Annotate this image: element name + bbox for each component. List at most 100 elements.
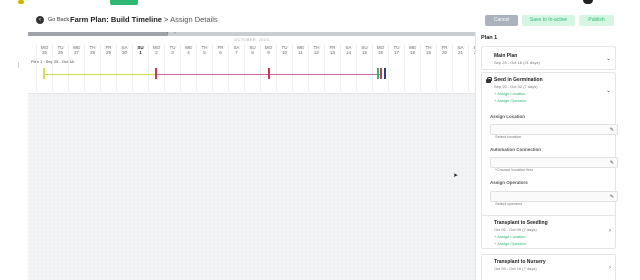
assign-operators-heading: Assign Operators — [490, 180, 528, 185]
day-number: 2 — [155, 50, 158, 55]
stage-boundary-marker[interactable] — [380, 68, 382, 79]
location-input[interactable] — [491, 132, 617, 141]
day-number: 25 — [41, 50, 47, 55]
pencil-icon[interactable]: ✎ — [610, 160, 614, 166]
cancel-button[interactable]: Cancel — [485, 15, 518, 26]
card-dates: Oct 09 - Oct 16 (7 days) — [494, 266, 537, 271]
seed-germination-card: Seed in Germination Sep 25 - Oct 02 (7 d… — [481, 72, 618, 238]
day-column: WE 4 — [180, 44, 196, 94]
day-column: SA 14 — [340, 44, 356, 94]
day-column: WE 18 — [404, 44, 420, 94]
assign-location-heading: Assign Location — [490, 114, 526, 119]
save-inactive-button[interactable]: Save to In-active — [522, 15, 575, 26]
stage-boundary-marker[interactable] — [268, 68, 270, 79]
day-column: SU 1 — [132, 44, 148, 94]
day-number: 3 — [171, 50, 174, 55]
day-column: TH 5 — [196, 44, 212, 94]
card-name: Transplant to Seedling — [494, 220, 548, 226]
day-column: FR 13 — [324, 44, 340, 94]
chevron-down-icon[interactable]: ⌄ — [606, 87, 611, 94]
day-column: TU 26 — [52, 44, 68, 94]
top-action-button[interactable] — [110, 0, 138, 5]
day-column: TH 19 — [420, 44, 436, 94]
avatar[interactable] — [583, 0, 593, 4]
back-arrow-icon: ‹ — [36, 16, 44, 24]
page-header: ‹ Go Back Farm Plan: Build Timeline > As… — [0, 8, 640, 32]
page-title-main: Farm Plan: Build Timeline — [70, 15, 162, 24]
day-number: 16 — [377, 50, 383, 55]
pencil-icon[interactable]: ✎ — [610, 127, 614, 133]
day-column: SA 30 — [116, 44, 132, 94]
chevron-right-icon[interactable]: › — [609, 228, 611, 234]
day-number: 6 — [219, 50, 222, 55]
card-name: Main Plan — [494, 53, 518, 59]
day-column: SU22 — [468, 44, 475, 94]
seed-stage-bar[interactable] — [44, 74, 156, 75]
lock-icon — [486, 77, 492, 83]
day-number: 5 — [203, 50, 206, 55]
day-column: SA 21 — [452, 44, 468, 94]
day-column: WE 27 — [68, 44, 84, 94]
day-column: TH 28 — [84, 44, 100, 94]
automation-select[interactable]: ✎ — [490, 157, 618, 174]
day-column: TU 17 — [388, 44, 404, 94]
location-select[interactable]: ✎ — [490, 124, 618, 141]
day-column: SU 15 — [356, 44, 372, 94]
timeline: ‹ › OCTOBER, 2023 Plan 1 : Sep 25 - Oct … — [28, 32, 475, 280]
operator-select[interactable]: ✎ — [490, 191, 618, 208]
transplant-nursery-card[interactable]: Transplant to Nursery Oct 09 - Oct 16 (7… — [481, 254, 616, 280]
day-column: TU 10 — [276, 44, 292, 94]
card-dates: Oct 02 - Oct 09 (7 days) — [494, 227, 537, 232]
day-column: FR 29 — [100, 44, 116, 94]
assign-operator-link[interactable]: + Assign Operator — [494, 241, 526, 246]
page-title: Farm Plan: Build Timeline > Assign Detai… — [70, 15, 218, 24]
transplant-seedling-card[interactable]: Transplant to Seedling Oct 02 - Oct 09 (… — [481, 215, 616, 249]
details-panel: Plan 1 Main Plan Sep 25 - Oct 18 (21 day… — [475, 32, 620, 280]
top-strip — [0, 0, 640, 8]
stage-start-marker[interactable] — [43, 68, 45, 79]
automation-input[interactable] — [491, 165, 617, 174]
day-column: TH 12 — [308, 44, 324, 94]
day-number: 29 — [105, 50, 111, 55]
gutter-marker — [18, 62, 21, 68]
day-number: 7 — [235, 50, 238, 55]
pencil-icon[interactable]: ✎ — [610, 194, 614, 200]
day-column: SU 8 — [244, 44, 260, 94]
operator-input[interactable] — [491, 199, 617, 208]
day-number: 14 — [345, 50, 351, 55]
go-back-label: Go Back — [48, 17, 70, 23]
day-number: 4 — [187, 50, 190, 55]
timeline-day-grid: Plan 1 : Sep 25 - Oct 18 MO 25 TU 26 WE 27 TH 2… — [28, 44, 475, 94]
card-name: Seed in Germination — [494, 77, 543, 83]
assign-operator-link[interactable]: + Assign Operator — [494, 98, 526, 103]
main-plan-card[interactable]: Main Plan Sep 25 - Oct 18 (21 days) ⌄ — [481, 46, 616, 70]
day-number: 12 — [313, 50, 319, 55]
page-title-sub: Assign Details — [170, 15, 218, 24]
panel-scrollbar-area[interactable] — [620, 32, 640, 280]
timeline-canvas[interactable] — [28, 94, 475, 280]
day-number: 27 — [73, 50, 79, 55]
stage-boundary-marker[interactable] — [377, 68, 379, 79]
day-number: 13 — [329, 50, 335, 55]
day-number: 28 — [89, 50, 95, 55]
day-number: 15 — [361, 50, 367, 55]
day-column: TU 3 — [164, 44, 180, 94]
go-back-button[interactable]: ‹ Go Back — [36, 16, 69, 24]
app-logo — [18, 0, 24, 4]
chevron-down-icon[interactable]: ⌄ — [606, 55, 611, 62]
day-number: 30 — [121, 50, 127, 55]
publish-button[interactable]: Publish — [579, 15, 614, 26]
automation-heading: Automation Connection — [490, 147, 541, 152]
chevron-right-icon[interactable]: › — [609, 265, 611, 271]
timeline-month: OCTOBER, 2023 — [28, 36, 475, 44]
mouse-cursor-icon: ➤ — [453, 173, 459, 179]
stage-end-marker[interactable] — [384, 68, 386, 79]
day-number: 18 — [409, 50, 415, 55]
day-number: 20 — [441, 50, 447, 55]
assign-location-link[interactable]: + Assign Location — [494, 234, 525, 239]
assign-location-link[interactable]: + Assign Location — [494, 91, 525, 96]
stage-boundary-marker[interactable] — [155, 68, 157, 79]
title-separator: > — [161, 15, 171, 24]
day-number: 21 — [457, 50, 463, 55]
day-number: 26 — [57, 50, 63, 55]
